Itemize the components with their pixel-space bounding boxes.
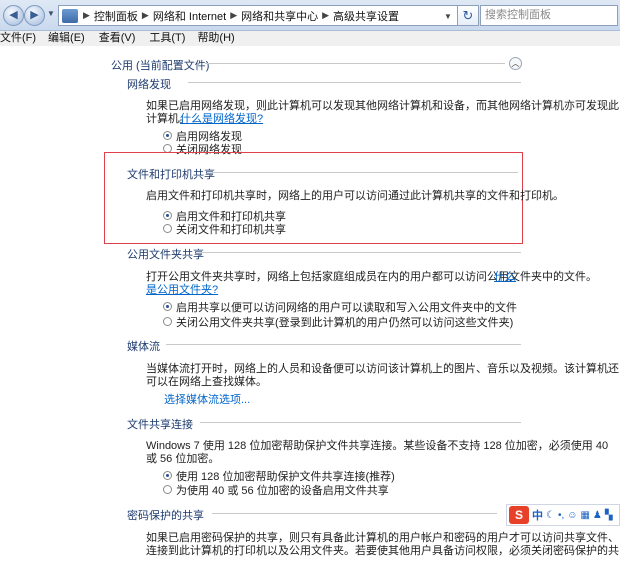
password-sharing-description-2: 连接到此计算机的打印机以及公用文件夹。若要使其他用户具备访问权限，必须关闭密码保… [146, 545, 619, 557]
breadcrumb-control-panel[interactable]: 控制面板 [92, 8, 140, 24]
network-discovery-on-radio[interactable] [163, 131, 172, 140]
public-folder-off-radio[interactable] [163, 317, 172, 326]
full-width-icon[interactable]: •, [558, 510, 564, 521]
ime-toolbar[interactable]: S 中 ☾ •, ☺ ▦ ♟ ▚ [506, 504, 620, 526]
public-folder-off-label[interactable]: 关闭公用文件夹共享(登录到此计算机的用户仍然可以访问这些文件夹) [176, 314, 513, 330]
menu-file[interactable]: 文件(F) [0, 31, 44, 46]
section-title-password-protected-sharing: 密码保护的共享 [127, 510, 204, 522]
divider [212, 172, 518, 173]
encryption-128-radio[interactable] [163, 471, 172, 480]
media-streaming-options-link[interactable]: 选择媒体流选项... [164, 391, 250, 407]
file-printer-on-radio[interactable] [163, 211, 172, 220]
what-is-network-discovery-link[interactable]: 什么是网络发现? [180, 110, 263, 126]
chevron-right-icon: ▶ [141, 10, 149, 20]
menu-view[interactable]: 查看(V) [93, 31, 144, 46]
refresh-button[interactable]: ↻ [457, 5, 479, 26]
recent-pages-dropdown-icon[interactable]: ▼ [46, 9, 56, 21]
what-is-public-folder-link[interactable]: 什么 [494, 268, 516, 284]
chevron-right-icon: ▶ [83, 10, 90, 20]
back-arrow-icon: ◀ [9, 9, 18, 21]
media-streaming-description-2: 可以在网络上查找媒体。 [146, 376, 267, 388]
toolbox-icon[interactable]: ▚ [605, 510, 613, 521]
voice-icon[interactable]: ☺ [567, 510, 577, 521]
breadcrumb-advanced-sharing[interactable]: 高级共享设置 [331, 8, 401, 24]
breadcrumb-network-sharing-center[interactable]: 网络和共享中心 [239, 8, 320, 24]
file-printer-off-label[interactable]: 关闭文件和打印机共享 [176, 221, 286, 237]
forward-arrow-icon: ▶ [30, 9, 39, 21]
divider [200, 422, 521, 423]
public-folder-on-label[interactable]: 启用共享以便可以访问网络的用户可以读取和写入公用文件夹中的文件 [176, 299, 517, 315]
control-panel-icon [62, 8, 78, 23]
profile-title: 公用 (当前配置文件) [111, 60, 210, 72]
section-title-network-discovery: 网络发现 [127, 79, 171, 91]
user-icon[interactable]: ♟ [593, 510, 602, 521]
section-title-file-printer-sharing: 文件和打印机共享 [127, 169, 215, 181]
address-box[interactable]: ▶ 控制面板 ▶ 网络和 Internet ▶ 网络和共享中心 ▶ 高级共享设置 [58, 5, 478, 26]
menu-bar: 文件(F) 编辑(E) 查看(V) 工具(T) 帮助(H) [0, 31, 620, 46]
encryption-40-56-radio[interactable] [163, 485, 172, 494]
forward-button[interactable]: ▶ [24, 5, 45, 26]
ime-mode-chinese[interactable]: 中 [532, 507, 543, 523]
what-is-public-folder-link-2[interactable]: 是公用文件夹? [146, 281, 218, 297]
breadcrumb-network-internet[interactable]: 网络和 Internet [151, 8, 228, 24]
menu-edit[interactable]: 编辑(E) [44, 31, 93, 46]
encryption-40-56-label[interactable]: 为使用 40 或 56 位加密的设备启用文件共享 [176, 482, 389, 498]
collapse-chevron-up-icon[interactable]: ︿ [509, 57, 522, 70]
file-printer-off-radio[interactable] [163, 224, 172, 233]
sogou-logo-icon: S [509, 506, 529, 524]
back-button[interactable]: ◀ [3, 5, 24, 26]
section-title-media-streaming: 媒体流 [127, 341, 160, 353]
divider [205, 63, 505, 64]
search-input[interactable]: 搜索控制面板 [480, 5, 618, 26]
moon-punctuation-icon[interactable]: ☾ [546, 510, 555, 521]
connections-description-2: 或 56 位加密。 [146, 453, 220, 465]
divider [201, 252, 521, 253]
menu-tools[interactable]: 工具(T) [143, 31, 193, 46]
chevron-right-icon: ▶ [230, 10, 238, 20]
chevron-right-icon: ▶ [322, 10, 330, 20]
refresh-icon: ↻ [462, 8, 474, 23]
divider [188, 82, 521, 83]
divider [166, 344, 521, 345]
advanced-sharing-settings: 公用 (当前配置文件) ︿ 网络发现 如果已启用网络发现，则此计算机可以发现其他… [0, 46, 620, 564]
section-title-file-sharing-connections: 文件共享连接 [127, 419, 193, 431]
section-title-public-folder-sharing: 公用文件夹共享 [127, 249, 204, 261]
address-bar: ◀ ▶ ▼ ▶ 控制面板 ▶ 网络和 Internet ▶ 网络和共享中心 ▶ … [0, 0, 620, 31]
file-printer-description: 启用文件和打印机共享时，网络上的用户可以访问通过此计算机共享的文件和打印机。 [146, 190, 564, 202]
keyboard-icon[interactable]: ▦ [580, 510, 589, 521]
divider [212, 513, 497, 514]
public-folder-on-radio[interactable] [163, 302, 172, 311]
menu-help[interactable]: 帮助(H) [193, 31, 242, 46]
